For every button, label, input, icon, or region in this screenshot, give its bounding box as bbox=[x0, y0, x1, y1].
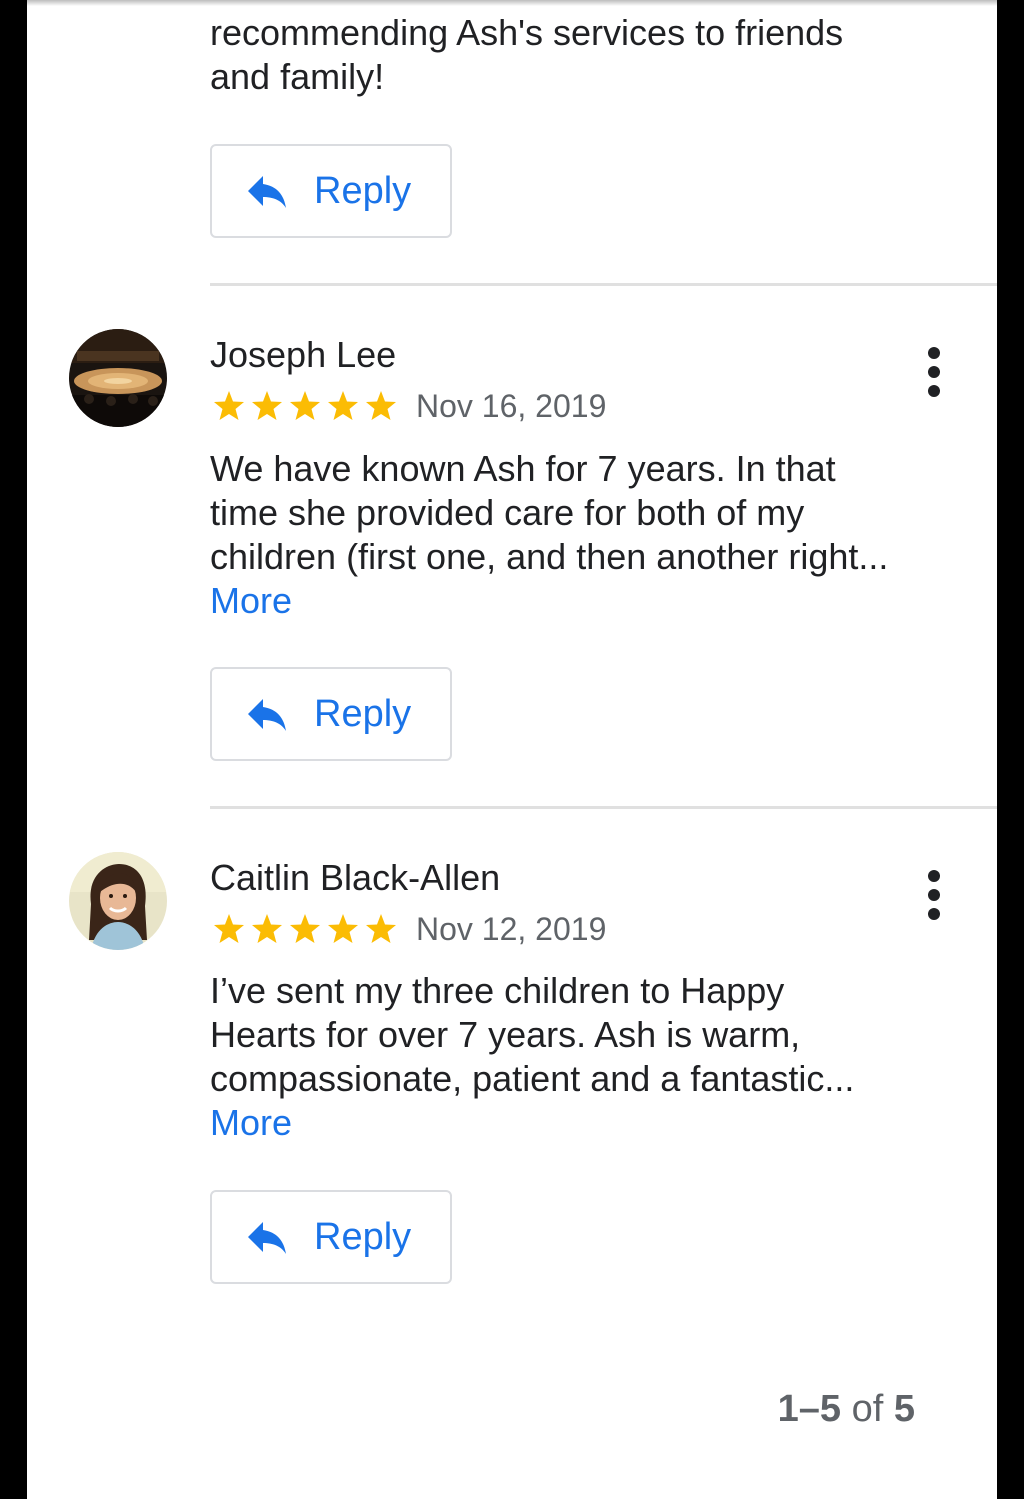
reply-button[interactable]: Reply bbox=[210, 667, 452, 761]
arena-photo-avatar bbox=[69, 329, 167, 427]
reply-arrow-icon bbox=[248, 176, 286, 208]
reply-label: Reply bbox=[314, 170, 412, 212]
review-body: I’ve sent my three children to Happy Hea… bbox=[210, 970, 855, 1099]
divider bbox=[210, 806, 997, 809]
star-icon bbox=[290, 391, 320, 420]
reply-arrow-icon bbox=[248, 1222, 286, 1254]
previous-review-text: recommending Ash's services to friends a… bbox=[210, 11, 900, 99]
review-text: I’ve sent my three children to Happy Hea… bbox=[210, 969, 900, 1145]
avatar[interactable] bbox=[69, 329, 167, 427]
avatar[interactable] bbox=[69, 852, 167, 950]
reply-button[interactable]: Reply bbox=[210, 1190, 452, 1284]
reply-button[interactable]: Reply bbox=[210, 144, 452, 238]
woman-portrait-avatar bbox=[69, 852, 167, 950]
star-icon bbox=[252, 391, 282, 420]
reply-label: Reply bbox=[314, 1216, 412, 1258]
star-icon bbox=[366, 391, 396, 420]
more-vert-icon[interactable] bbox=[919, 870, 949, 920]
stars-icon bbox=[214, 914, 396, 943]
star-icon bbox=[214, 914, 244, 943]
reviewer-name[interactable]: Joseph Lee bbox=[210, 333, 396, 377]
review-text: We have known Ash for 7 years. In that t… bbox=[210, 447, 900, 623]
star-icon bbox=[328, 914, 358, 943]
star-icon bbox=[214, 391, 244, 420]
star-rating bbox=[212, 912, 398, 946]
review-body: We have known Ash for 7 years. In that t… bbox=[210, 448, 889, 577]
top-shadow bbox=[27, 0, 997, 6]
star-icon bbox=[366, 914, 396, 943]
previous-review-line-1: recommending Ash's services to friends bbox=[210, 12, 844, 53]
pagination-of: of bbox=[851, 1388, 884, 1430]
review-date: Nov 12, 2019 bbox=[416, 911, 607, 947]
reply-label: Reply bbox=[314, 693, 412, 735]
star-rating bbox=[212, 389, 398, 423]
reviewer-name[interactable]: Caitlin Black-Allen bbox=[210, 856, 500, 900]
reviews-page: recommending Ash's services to friends a… bbox=[27, 0, 997, 1499]
review-date: Nov 16, 2019 bbox=[416, 388, 607, 424]
reply-arrow-icon bbox=[248, 699, 286, 731]
star-icon bbox=[328, 391, 358, 420]
divider bbox=[210, 283, 997, 286]
pagination-range: 1–5 bbox=[777, 1388, 842, 1430]
more-link[interactable]: More bbox=[210, 1102, 292, 1143]
more-link[interactable]: More bbox=[210, 580, 292, 621]
previous-review-line-2: and family! bbox=[210, 56, 385, 97]
pagination-total: 5 bbox=[893, 1388, 915, 1430]
star-icon bbox=[252, 914, 282, 943]
stars-icon bbox=[214, 391, 396, 420]
more-vert-icon[interactable] bbox=[919, 347, 949, 397]
pagination: 1–5 of 5 bbox=[778, 1386, 915, 1432]
star-icon bbox=[290, 914, 320, 943]
